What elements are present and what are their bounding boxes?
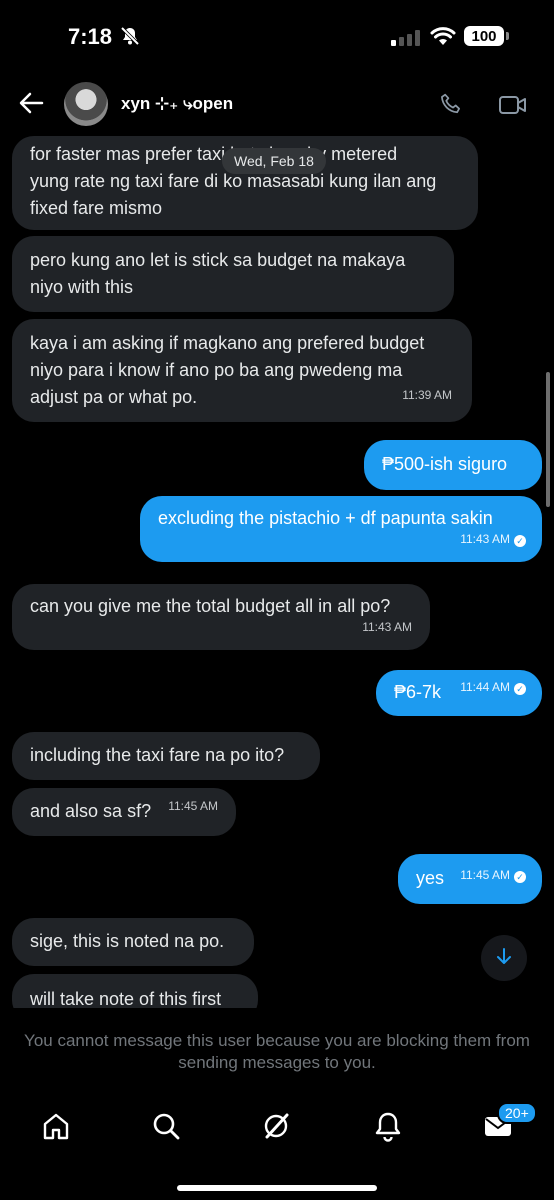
- contact-name[interactable]: xyn ⊹₊ ⤷open: [121, 94, 233, 114]
- message-timestamp: 11:44 AM ✓: [460, 674, 526, 701]
- battery-tip: [506, 32, 509, 40]
- status-bar: 7:18 100: [0, 0, 554, 74]
- message-thread[interactable]: for faster mas prefer taxi but since by …: [0, 136, 554, 1008]
- phone-icon[interactable]: [438, 92, 464, 123]
- message-timestamp: 11:43 AM ✓: [460, 526, 526, 553]
- read-receipt-icon: ✓: [514, 683, 526, 695]
- messages-badge: 20+: [497, 1102, 537, 1124]
- timestamp-text: 11:45 AM: [460, 868, 510, 882]
- scrollbar[interactable]: [546, 372, 550, 507]
- message-line: niyo with this: [30, 277, 134, 297]
- avatar[interactable]: [64, 82, 108, 126]
- message-timestamp: 11:43 AM: [362, 620, 412, 634]
- silent-bell-icon: [120, 26, 140, 51]
- message-bubble-received[interactable]: and also sa sf? 11:45 AM: [12, 788, 236, 836]
- wifi-icon: [430, 27, 456, 52]
- message-bubble-sent[interactable]: excluding the pistachio + df papunta sak…: [140, 496, 542, 562]
- arrow-down-icon: [496, 947, 512, 970]
- message-bubble-received[interactable]: sige, this is noted na po.: [12, 918, 254, 966]
- message-bubble-sent[interactable]: ₱6-7k 11:44 AM ✓: [376, 670, 542, 716]
- message-bubble-sent[interactable]: yes 11:45 AM ✓: [398, 854, 542, 904]
- message-line: adjust pa or what po.: [30, 387, 198, 407]
- conversation-header: xyn ⊹₊ ⤷open: [0, 74, 554, 136]
- message-line: will take note of this first: [30, 989, 222, 1008]
- cellular-signal-icon: [391, 30, 421, 51]
- message-bubble-received[interactable]: can you give me the total budget all in …: [12, 584, 430, 650]
- message-line: kaya i am asking if magkano ang prefered…: [30, 333, 425, 353]
- video-call-icon[interactable]: [498, 93, 528, 122]
- message-bubble-received[interactable]: kaya i am asking if magkano ang prefered…: [12, 319, 472, 422]
- scroll-to-bottom-button[interactable]: [481, 935, 527, 981]
- search-icon[interactable]: [150, 1110, 182, 1147]
- timestamp-text: 11:44 AM: [460, 680, 510, 694]
- message-line: fixed fare mismo: [30, 198, 163, 218]
- blocked-notice: You cannot message this user because you…: [24, 1031, 530, 1072]
- date-divider: Wed, Feb 18: [222, 148, 326, 174]
- back-arrow-icon[interactable]: [18, 90, 44, 121]
- message-timestamp: 11:45 AM ✓: [460, 862, 526, 889]
- message-line: niyo para i know if ano po ba ang pweden…: [30, 360, 403, 380]
- message-line: sige, this is noted na po.: [30, 931, 225, 951]
- clock: 7:18: [68, 24, 113, 49]
- battery-indicator: 100: [464, 26, 504, 46]
- message-bubble-received[interactable]: will take note of this first: [12, 974, 258, 1008]
- grok-icon[interactable]: [260, 1110, 292, 1147]
- notifications-bell-icon[interactable]: [372, 1110, 404, 1147]
- message-bubble-sent[interactable]: ₱500-ish siguro: [364, 440, 542, 490]
- timestamp-text: 11:43 AM: [460, 532, 510, 546]
- message-line: can you give me the total budget all in …: [30, 596, 391, 616]
- message-timestamp: 11:45 AM: [168, 799, 218, 813]
- home-icon[interactable]: [40, 1110, 72, 1147]
- read-receipt-icon: ✓: [514, 535, 526, 547]
- read-receipt-icon: ✓: [514, 871, 526, 883]
- message-timestamp: 11:39 AM: [402, 388, 452, 402]
- home-indicator: [177, 1185, 377, 1191]
- message-line: pero kung ano let is stick sa budget na …: [30, 250, 406, 270]
- message-line: including the taxi fare na po ito?: [30, 745, 285, 765]
- message-bubble-received[interactable]: including the taxi fare na po ito?: [12, 732, 320, 780]
- message-line: ₱500-ish siguro: [382, 454, 508, 474]
- bottom-tab-bar: [0, 1100, 554, 1156]
- message-bubble-received[interactable]: pero kung ano let is stick sa budget na …: [12, 236, 454, 312]
